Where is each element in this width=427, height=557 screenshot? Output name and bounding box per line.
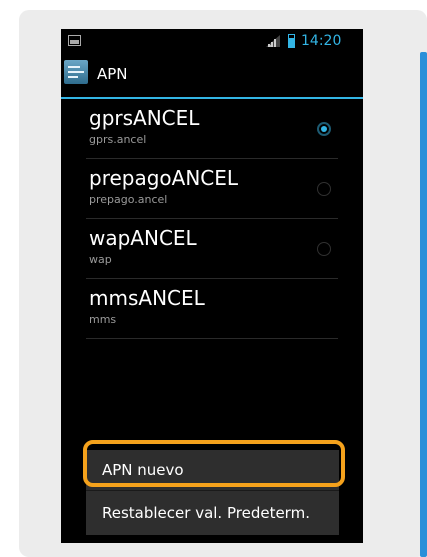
apn-name: wapANCEL [89, 226, 197, 250]
apn-name: gprsANCEL [89, 106, 200, 130]
page-title: APN [97, 65, 128, 83]
apn-list: gprsANCEL gprs.ancel prepagoANCEL prepag… [61, 99, 363, 339]
apn-value: prepago.ancel [89, 193, 168, 206]
divider [86, 338, 338, 339]
status-time: 14:20 [301, 33, 342, 49]
image-notification-icon [68, 35, 81, 46]
apn-item-mmsancel[interactable]: mmsANCEL mms [61, 279, 363, 339]
radio-unselected-icon[interactable] [317, 182, 331, 196]
apn-value: mms [89, 313, 117, 326]
radio-selected-icon[interactable] [317, 122, 331, 136]
apn-name: prepagoANCEL [89, 166, 239, 190]
apn-item-gprsancel[interactable]: gprsANCEL gprs.ancel [61, 99, 363, 159]
battery-icon [288, 34, 295, 48]
card-accent-bar [420, 52, 427, 557]
action-bar: APN [61, 54, 363, 99]
apn-value: wap [89, 253, 112, 266]
apn-settings-icon[interactable] [64, 60, 88, 84]
apn-item-wapancel[interactable]: wapANCEL wap [61, 219, 363, 279]
highlight-frame [83, 440, 345, 487]
apn-item-prepagoancel[interactable]: prepagoANCEL prepago.ancel [61, 159, 363, 219]
apn-name: mmsANCEL [89, 286, 205, 310]
apn-value: gprs.ancel [89, 133, 147, 146]
radio-unselected-icon[interactable] [317, 242, 331, 256]
status-bar: 14:20 [61, 29, 363, 54]
signal-icon [266, 35, 280, 47]
menu-item-reset-defaults[interactable]: Restablecer val. Predeterm. [86, 491, 339, 535]
